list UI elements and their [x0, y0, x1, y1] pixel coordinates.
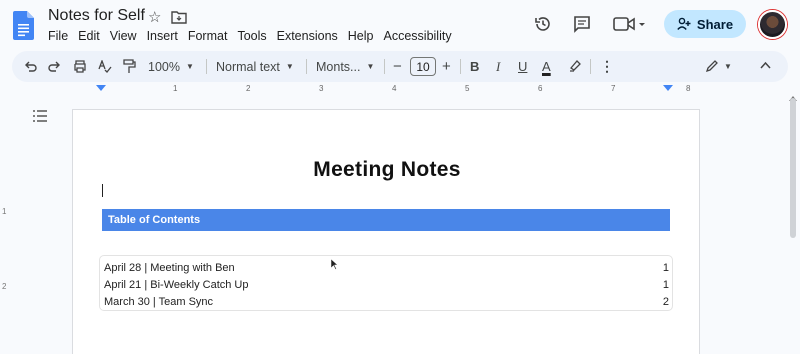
docs-logo-icon[interactable] — [13, 11, 34, 40]
left-indent-marker[interactable] — [96, 85, 106, 91]
font-size-input[interactable]: 10 — [410, 57, 436, 76]
editing-mode-icon[interactable] — [705, 59, 719, 73]
underline-button[interactable]: U — [518, 51, 527, 82]
text-color-button[interactable]: A — [542, 51, 551, 82]
version-history-icon[interactable] — [534, 15, 552, 33]
style-value: Normal text — [216, 59, 280, 74]
ruler-number: 4 — [392, 84, 397, 93]
divider — [306, 59, 307, 74]
menu-insert[interactable]: Insert — [147, 29, 178, 43]
ruler-number: 2 — [246, 84, 251, 93]
formatting-toolbar: 100% ▼ Normal text ▼ Monts... ▼ − 10 + B I … — [12, 51, 788, 82]
redo-icon[interactable] — [48, 60, 61, 73]
ruler-number: 7 — [611, 84, 616, 93]
divider — [206, 59, 207, 74]
paint-format-icon[interactable] — [122, 59, 136, 74]
ruler-number: 6 — [538, 84, 543, 93]
table-of-contents[interactable]: April 28 | Meeting with Ben 1 April 21 |… — [99, 255, 673, 311]
person-add-icon — [677, 17, 691, 30]
menu-file[interactable]: File — [48, 29, 68, 43]
ruler-number: 2 — [2, 282, 7, 291]
right-indent-marker[interactable] — [663, 85, 673, 91]
increase-font-size-button[interactable]: + — [442, 51, 451, 82]
chevron-down-icon: ▼ — [185, 62, 194, 71]
collapse-toolbar-icon[interactable] — [760, 61, 771, 69]
chevron-down-icon: ▼ — [366, 62, 375, 71]
divider — [590, 59, 591, 74]
zoom-value: 100% — [148, 59, 180, 74]
toc-entry[interactable]: April 28 | Meeting with Ben 1 — [104, 262, 669, 274]
zoom-select[interactable]: 100% ▼ — [148, 51, 194, 82]
meet-icon[interactable] — [613, 15, 647, 33]
document-outline-icon[interactable] — [32, 109, 48, 123]
divider — [460, 59, 461, 74]
document-title[interactable]: Notes for Self — [48, 7, 145, 25]
undo-icon[interactable] — [24, 60, 37, 73]
highlight-color-icon[interactable] — [568, 59, 581, 73]
toc-entry-text[interactable]: April 21 | Bi-Weekly Catch Up — [104, 279, 248, 291]
google-docs-window: Notes for Self ☆ File Edit View Insert F… — [0, 0, 800, 354]
menu-tools[interactable]: Tools — [237, 29, 266, 43]
decrease-font-size-button[interactable]: − — [393, 51, 402, 82]
menu-bar: File Edit View Insert Format Tools Exten… — [48, 29, 462, 43]
toc-entry-text[interactable]: March 30 | Team Sync — [104, 296, 213, 308]
menu-edit[interactable]: Edit — [78, 29, 100, 43]
toc-entry-page: 1 — [662, 262, 669, 274]
chevron-down-icon: ▼ — [285, 62, 294, 71]
style-select[interactable]: Normal text ▼ — [216, 51, 294, 82]
move-to-folder-icon[interactable] — [171, 10, 187, 24]
bold-button[interactable]: B — [470, 51, 479, 82]
toc-entry[interactable]: April 21 | Bi-Weekly Catch Up 1 — [104, 279, 669, 291]
toc-entry-text[interactable]: April 28 | Meeting with Ben — [104, 262, 235, 274]
menu-view[interactable]: View — [110, 29, 137, 43]
share-button[interactable]: Share — [664, 10, 746, 38]
italic-button[interactable]: I — [496, 51, 500, 82]
chevron-down-icon[interactable]: ▼ — [724, 51, 732, 82]
toc-entry[interactable]: March 30 | Team Sync 2 — [104, 296, 669, 308]
more-options-icon[interactable]: ⋮ — [600, 51, 614, 82]
star-icon[interactable]: ☆ — [148, 8, 161, 26]
vertical-ruler: 1 2 — [0, 100, 10, 354]
avatar[interactable] — [758, 10, 787, 39]
text-cursor — [102, 184, 103, 197]
menu-accessibility[interactable]: Accessibility — [384, 29, 452, 43]
divider — [384, 59, 385, 74]
vertical-scrollbar[interactable] — [790, 98, 796, 238]
print-icon[interactable] — [73, 60, 87, 73]
menu-extensions[interactable]: Extensions — [277, 29, 338, 43]
ruler-number: 3 — [319, 84, 324, 93]
menu-format[interactable]: Format — [188, 29, 228, 43]
spellcheck-icon[interactable] — [98, 60, 112, 73]
ruler-number: 1 — [2, 207, 7, 216]
mouse-pointer-icon — [330, 258, 338, 270]
menu-help[interactable]: Help — [348, 29, 374, 43]
font-value: Monts... — [316, 59, 361, 74]
toc-entry-page: 1 — [662, 279, 669, 291]
share-label: Share — [696, 16, 734, 32]
document-page[interactable]: Meeting Notes Table of Contents April 28… — [72, 109, 700, 354]
font-select[interactable]: Monts... ▼ — [316, 51, 374, 82]
toc-title[interactable]: Table of Contents — [102, 209, 670, 231]
ruler-number: 5 — [465, 84, 470, 93]
document-heading[interactable]: Meeting Notes — [73, 158, 701, 182]
comments-icon[interactable] — [573, 15, 591, 33]
ruler-number: 8 — [686, 84, 691, 93]
toc-entry-page: 2 — [662, 296, 669, 308]
ruler-number: 1 — [173, 84, 178, 93]
horizontal-ruler: 1 2 3 4 5 6 7 8 — [72, 84, 700, 94]
